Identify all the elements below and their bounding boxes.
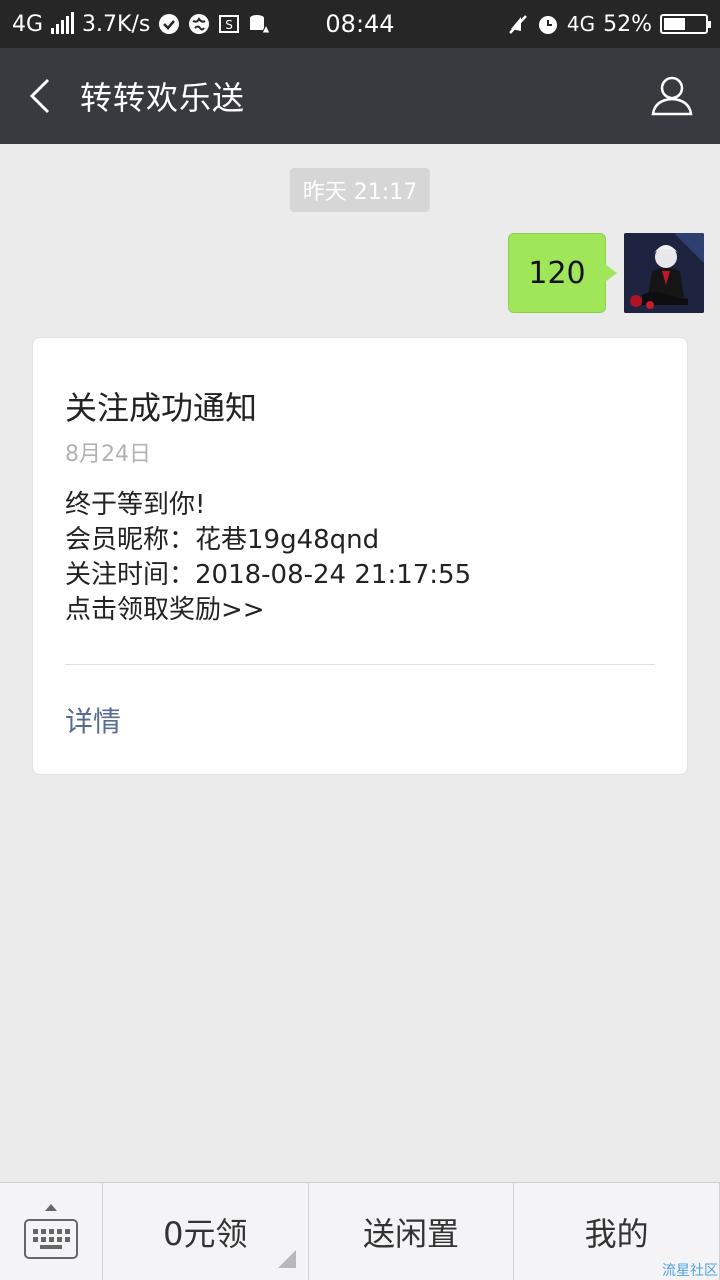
network-type: 4G (12, 11, 44, 37)
network-speed: 3.7K/s (82, 11, 151, 37)
screenshot-icon: S (218, 13, 240, 35)
card-line-follow-time: 关注时间：2018-08-24 21:17:55 (65, 560, 472, 590)
watermark: 流星社区 (662, 1263, 718, 1279)
storage-warning-icon (248, 13, 271, 35)
page-title: 转转欢乐送 (80, 79, 246, 117)
battery-percent: 52% (603, 11, 652, 37)
menu-item-label: 0元领 (163, 1214, 248, 1253)
mute-icon (507, 13, 529, 35)
card-detail-link[interactable]: 详情 (65, 700, 121, 740)
signal-icon (51, 12, 75, 34)
chat-timestamp: 昨天 21:17 (289, 168, 431, 212)
app-header: 转转欢乐送 (0, 48, 720, 144)
submenu-indicator-icon (277, 1250, 296, 1268)
message-bubble[interactable]: 120 (508, 233, 617, 313)
keyboard-icon (24, 1219, 78, 1259)
battery-icon (660, 14, 711, 34)
menu-item-label: 我的 (584, 1214, 649, 1253)
person-icon (651, 76, 693, 116)
bottom-menu-bar: 0元领 送闲置 我的 流星社区 (0, 1182, 720, 1280)
keyboard-toggle-button[interactable] (0, 1183, 103, 1280)
chat-screen: 4G 3.7K/s S 08:44 4G 52% 转转欢乐送 昨天 21:17 … (0, 0, 720, 1280)
menu-item-label: 送闲置 (363, 1214, 460, 1253)
card-line-greeting: 终于等到你! (65, 490, 206, 520)
notification-card[interactable]: 关注成功通知 8月24日 终于等到你! 会员昵称：花巷19g48qnd 关注时间… (32, 337, 688, 775)
caret-up-icon (45, 1204, 57, 1211)
card-body: 终于等到你! 会员昵称：花巷19g48qnd 关注时间：2018-08-24 2… (65, 488, 471, 628)
network-type-2: 4G (566, 12, 596, 36)
back-button[interactable] (0, 48, 80, 144)
chevron-left-icon (29, 78, 50, 114)
status-left: 4G 3.7K/s S (12, 11, 271, 37)
status-bar: 4G 3.7K/s S 08:44 4G 52% (0, 0, 720, 48)
globe-icon (188, 13, 210, 35)
check-circle-icon (158, 13, 180, 35)
avatar[interactable] (624, 233, 704, 313)
profile-button[interactable] (624, 48, 720, 144)
status-right: 4G 52% (507, 11, 711, 37)
menu-item-free-claim[interactable]: 0元领 (103, 1183, 309, 1280)
card-divider (65, 664, 655, 665)
alarm-icon (537, 13, 559, 35)
card-line-nickname: 会员昵称：花巷19g48qnd (65, 525, 380, 555)
card-date: 8月24日 (65, 442, 151, 467)
card-line-reward: 点击领取奖励>> (65, 595, 265, 625)
svg-text:S: S (226, 18, 234, 32)
card-title: 关注成功通知 (65, 389, 258, 427)
menu-item-give-idle[interactable]: 送闲置 (309, 1183, 515, 1280)
outgoing-message-row: 120 (508, 233, 704, 313)
